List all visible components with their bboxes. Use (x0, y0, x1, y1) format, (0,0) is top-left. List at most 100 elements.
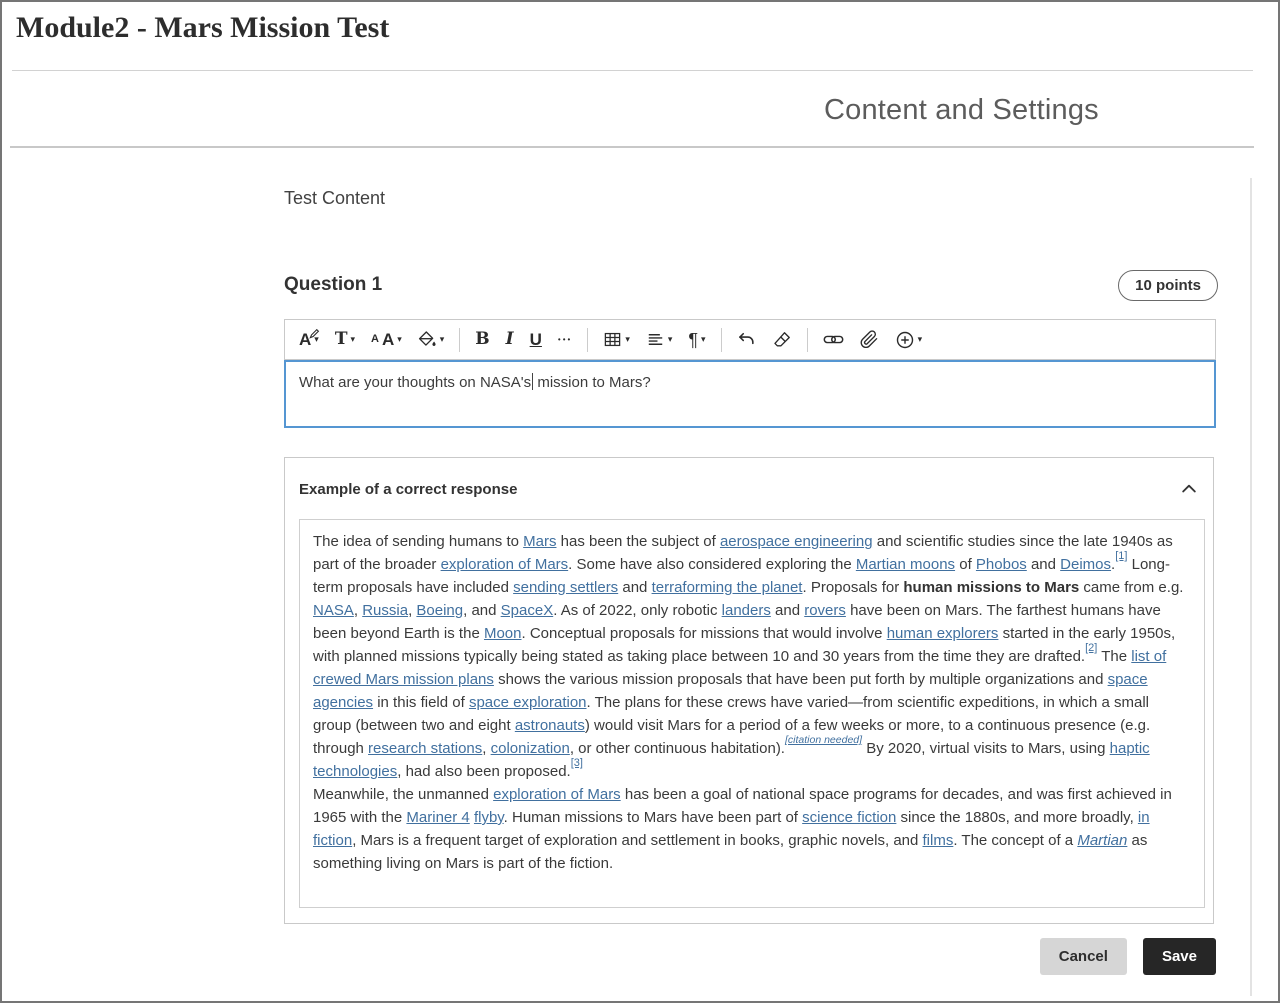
toolbar-divider (807, 328, 808, 352)
dropdown-caret-icon: ▾ (625, 335, 630, 344)
pencil-icon (309, 328, 320, 339)
citation-ref-link[interactable]: [2] (1085, 642, 1097, 654)
wiki-link[interactable]: terraforming the planet (652, 579, 803, 596)
panel-scroll-track[interactable] (1250, 178, 1252, 996)
body-text: . Some have also considered exploring th… (568, 556, 856, 573)
undo-button[interactable] (729, 324, 765, 356)
insert-link-button[interactable] (815, 324, 852, 356)
body-text: . As of 2022, only robotic (553, 602, 721, 619)
italic-icon: I (506, 331, 514, 348)
wiki-link[interactable]: films (923, 832, 954, 849)
body-text: . Conceptual proposals for missions that… (522, 625, 887, 642)
toolbar-divider (721, 328, 722, 352)
question-text-editor[interactable]: What are your thoughts on NASA's mission… (284, 360, 1216, 428)
attach-file-button[interactable] (852, 324, 887, 356)
wiki-link[interactable]: Mariner 4 (406, 809, 469, 826)
clear-formatting-button[interactable] (765, 324, 800, 356)
body-text: has been the subject of (556, 533, 719, 550)
insert-content-button[interactable]: ▾ (887, 324, 931, 356)
example-response-header[interactable]: Example of a correct response (285, 458, 1213, 499)
toolbar-divider (587, 328, 588, 352)
body-text: By 2020, virtual visits to Mars, using (862, 740, 1110, 757)
footer-actions: Cancel Save (284, 938, 1216, 975)
cancel-button[interactable]: Cancel (1040, 938, 1127, 975)
wiki-link[interactable]: sending settlers (513, 579, 618, 596)
font-face-icon: T (335, 331, 348, 348)
wiki-link[interactable]: colonization (491, 740, 570, 757)
rich-text-toolbar: A ▾ T ▾ AA ▾ ▾ B I U ••• ▾ ▾ ¶ ▾ (284, 319, 1216, 360)
citation-ref-link[interactable]: [3] (571, 757, 583, 769)
underline-button[interactable]: U (522, 324, 550, 356)
wiki-link[interactable]: SpaceX (501, 602, 554, 619)
highlight-color-button[interactable]: ▾ (410, 324, 453, 356)
body-text: . Proposals for (802, 579, 903, 596)
link-icon (823, 329, 844, 350)
body-text: . The concept of a (953, 832, 1077, 849)
font-face-button[interactable]: T ▾ (327, 324, 363, 356)
dropdown-caret-icon: ▾ (668, 335, 673, 344)
table-icon (603, 330, 622, 349)
toolbar-divider (459, 328, 460, 352)
dropdown-caret-icon: ▾ (701, 335, 706, 344)
question-text: mission to Mars? (533, 374, 651, 391)
ellipsis-icon: ••• (558, 336, 572, 344)
wiki-link[interactable]: Moon (484, 625, 522, 642)
eraser-icon (773, 330, 792, 349)
bold-icon: B (475, 331, 489, 348)
wiki-link[interactable]: astronauts (515, 717, 585, 734)
wiki-link[interactable]: landers (722, 602, 771, 619)
align-left-icon (646, 330, 665, 349)
body-text: , Mars is a frequent target of explorati… (352, 832, 922, 849)
wiki-link[interactable]: Mars (523, 533, 556, 550)
italic-button[interactable]: I (498, 324, 522, 356)
body-text: and (771, 602, 804, 619)
body-text: and (618, 579, 651, 596)
body-text: in this field of (373, 694, 469, 711)
points-pill-button[interactable]: 10 points (1118, 270, 1218, 301)
plus-circle-icon (895, 330, 915, 350)
wiki-link[interactable]: human explorers (887, 625, 999, 642)
wiki-link[interactable]: Russia (362, 602, 408, 619)
citation-ref-link[interactable]: [1] (1115, 550, 1127, 562)
paragraph-style-button[interactable]: ¶ ▾ (680, 324, 713, 356)
wiki-link[interactable]: Martian (1077, 832, 1127, 849)
wiki-link[interactable]: NASA (313, 602, 354, 619)
body-text: and (1027, 556, 1060, 573)
collapse-button[interactable] (1179, 479, 1199, 499)
wiki-link[interactable]: exploration of Mars (441, 556, 569, 573)
body-text: Meanwhile, the unmanned (313, 786, 493, 803)
wiki-link[interactable]: exploration of Mars (493, 786, 621, 803)
wiki-link[interactable]: Martian moons (856, 556, 955, 573)
dropdown-caret-icon: ▾ (918, 335, 923, 344)
wiki-link[interactable]: space exploration (469, 694, 587, 711)
wiki-link[interactable]: flyby (474, 809, 504, 826)
wiki-link[interactable]: rovers (804, 602, 846, 619)
wiki-link[interactable]: aerospace engineering (720, 533, 873, 550)
wiki-link[interactable]: Phobos (976, 556, 1027, 573)
pilcrow-icon: ¶ (688, 331, 698, 349)
body-text: of (955, 556, 976, 573)
chevron-up-icon (1179, 479, 1199, 499)
body-text: , (482, 740, 490, 757)
wiki-link[interactable]: Boeing (416, 602, 463, 619)
body-text: shows the various mission proposals that… (494, 671, 1108, 688)
wiki-link[interactable]: research stations (368, 740, 482, 757)
body-text: , had also been proposed. (397, 763, 570, 780)
test-content-label: Test Content (284, 188, 385, 209)
text-style-button[interactable]: A ▾ (291, 324, 327, 356)
wiki-link[interactable]: Deimos (1060, 556, 1111, 573)
text-align-button[interactable]: ▾ (638, 324, 681, 356)
font-size-button[interactable]: AA ▾ (363, 324, 410, 356)
save-button[interactable]: Save (1143, 938, 1216, 975)
paint-bucket-icon (418, 330, 437, 349)
bold-button[interactable]: B (467, 324, 497, 356)
more-options-button[interactable]: ••• (550, 324, 580, 356)
test-editor-window: Module2 - Mars Mission Test Content and … (0, 0, 1280, 1003)
citation-needed-link[interactable]: [citation needed] (785, 734, 862, 746)
example-response-text: The idea of sending humans to Mars has b… (313, 530, 1191, 875)
example-response-title: Example of a correct response (299, 481, 517, 498)
example-response-editor[interactable]: The idea of sending humans to Mars has b… (299, 519, 1205, 908)
wiki-link[interactable]: science fiction (802, 809, 896, 826)
dropdown-caret-icon: ▾ (350, 335, 355, 344)
insert-table-button[interactable]: ▾ (595, 324, 638, 356)
